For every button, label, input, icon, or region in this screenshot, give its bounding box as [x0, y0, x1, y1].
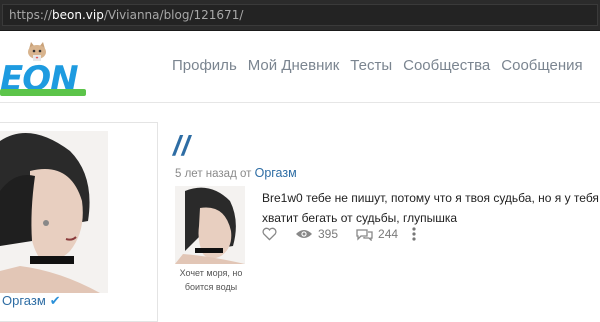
nav-tests[interactable]: Тесты — [350, 57, 392, 74]
profile-photo[interactable] — [0, 131, 108, 293]
post-body: Bre1w0 тебе не пишут, потому что я твоя … — [262, 188, 600, 228]
post-text-line: Bre1w0 тебе не пишут, потому что я твоя … — [262, 191, 600, 205]
site-logo[interactable]: EON — [0, 41, 92, 99]
browser-toolbar: https://beon.vip/Vivianna/blog/121671/ — [0, 0, 600, 31]
post-title[interactable]: // — [173, 130, 191, 162]
like-button[interactable] — [262, 227, 277, 241]
views-count: 395 — [318, 227, 339, 241]
nav-communities[interactable]: Сообщества — [403, 57, 490, 74]
post-meta: 5 лет назад от Оргазм — [175, 166, 297, 180]
cat-mascot-icon — [28, 42, 46, 61]
comments-button[interactable]: 244 — [356, 227, 398, 241]
comments-count: 244 — [378, 227, 399, 241]
address-bar[interactable]: https://beon.vip/Vivianna/blog/121671/ — [2, 4, 598, 26]
comments-icon — [356, 228, 373, 241]
profile-card: Оргазм ✔ — [0, 122, 158, 322]
logo-grass — [0, 89, 86, 96]
url-text[interactable]: https://beon.vip/Vivianna/blog/121671/ — [9, 8, 243, 22]
author-avatar[interactable] — [175, 186, 245, 264]
nav-profile[interactable]: Профиль — [172, 57, 237, 74]
verified-check-icon: ✔ — [49, 293, 61, 308]
post-text-line: хватит бегать от судьбы, глупышка — [262, 211, 458, 225]
profile-name-link[interactable]: Оргазм ✔ — [2, 293, 61, 309]
nav-messages[interactable]: Сообщения — [501, 57, 582, 74]
eye-icon — [296, 230, 312, 238]
main-nav: Профиль Мой Дневник Тесты Сообщества Соо… — [172, 57, 583, 74]
heart-icon — [262, 227, 277, 241]
more-options-button[interactable] — [412, 227, 416, 241]
post-author-link[interactable]: Оргазм — [255, 166, 297, 180]
post-time: 5 лет назад от — [175, 168, 252, 180]
views-counter: 395 — [295, 227, 338, 241]
avatar-caption: Хочет моря, но боится воды — [179, 268, 243, 292]
kebab-menu-icon — [412, 227, 416, 241]
nav-my-diary[interactable]: Мой Дневник — [248, 57, 340, 74]
site-header: EON Профиль Мой Дневник Тесты Сообщества… — [0, 31, 600, 103]
post-actions: 395 244 — [262, 227, 434, 241]
